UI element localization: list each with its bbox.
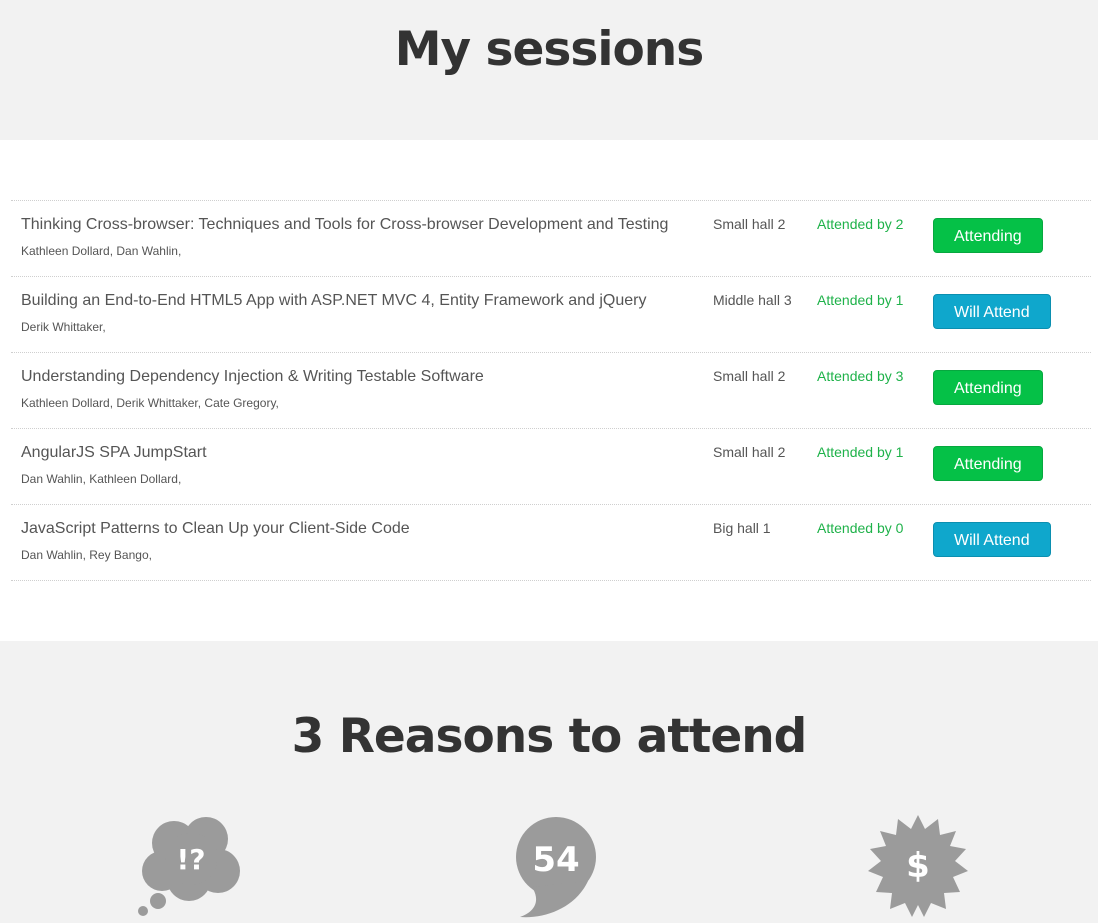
price-badge-icon: $: [866, 813, 970, 917]
session-speakers: Kathleen Dollard, Derik Whittaker, Cate …: [21, 396, 279, 410]
will-attend-button[interactable]: Will Attend: [933, 522, 1051, 557]
sessions-table: Thinking Cross-browser: Techniques and T…: [11, 200, 1091, 581]
session-attendees: Attended by 1: [817, 292, 904, 308]
reasons-title: 3 Reasons to attend: [291, 709, 808, 764]
page-title: My sessions: [394, 22, 704, 77]
session-hall: Small hall 2: [713, 368, 786, 384]
session-attendees: Attended by 2: [817, 216, 904, 232]
thought-bubble-icon: !?: [134, 813, 244, 923]
session-attendees: Attended by 1: [817, 444, 904, 460]
session-hall: Middle hall 3: [713, 292, 792, 308]
will-attend-button[interactable]: Will Attend: [933, 294, 1051, 329]
attending-button[interactable]: Attending: [933, 218, 1043, 253]
session-title: Thinking Cross-browser: Techniques and T…: [21, 216, 669, 233]
session-speakers: Dan Wahlin, Rey Bango,: [21, 548, 152, 562]
session-attendees: Attended by 0: [817, 520, 904, 536]
session-row: Understanding Dependency Injection & Wri…: [11, 352, 1091, 428]
speech-bubble-text: 54: [532, 840, 579, 880]
session-hall: Small hall 2: [713, 444, 786, 460]
session-speakers: Dan Wahlin, Kathleen Dollard,: [21, 472, 182, 486]
price-badge-text: $: [906, 846, 930, 886]
attending-button[interactable]: Attending: [933, 370, 1043, 405]
reasons-section: 3 Reasons to attend !? 54 $: [0, 641, 1098, 923]
session-speakers: Kathleen Dollard, Dan Wahlin,: [21, 244, 182, 258]
session-row: Thinking Cross-browser: Techniques and T…: [11, 200, 1091, 276]
speech-bubble-icon: 54: [512, 815, 602, 921]
session-row: AngularJS SPA JumpStart Dan Wahlin, Kath…: [11, 428, 1091, 504]
session-attendees: Attended by 3: [817, 368, 904, 384]
session-title: AngularJS SPA JumpStart: [21, 444, 207, 461]
session-row: Building an End-to-End HTML5 App with AS…: [11, 276, 1091, 352]
page-header: My sessions: [0, 0, 1098, 140]
session-row: JavaScript Patterns to Clean Up your Cli…: [11, 504, 1091, 581]
session-hall: Big hall 1: [713, 520, 771, 536]
sessions-section: Thinking Cross-browser: Techniques and T…: [0, 140, 1098, 641]
session-title: Building an End-to-End HTML5 App with AS…: [21, 292, 647, 309]
session-title: JavaScript Patterns to Clean Up your Cli…: [21, 520, 410, 537]
session-hall: Small hall 2: [713, 216, 786, 232]
session-title: Understanding Dependency Injection & Wri…: [21, 368, 484, 385]
attending-button[interactable]: Attending: [933, 446, 1043, 481]
session-speakers: Derik Whittaker,: [21, 320, 106, 334]
thought-bubble-text: !?: [176, 843, 205, 876]
